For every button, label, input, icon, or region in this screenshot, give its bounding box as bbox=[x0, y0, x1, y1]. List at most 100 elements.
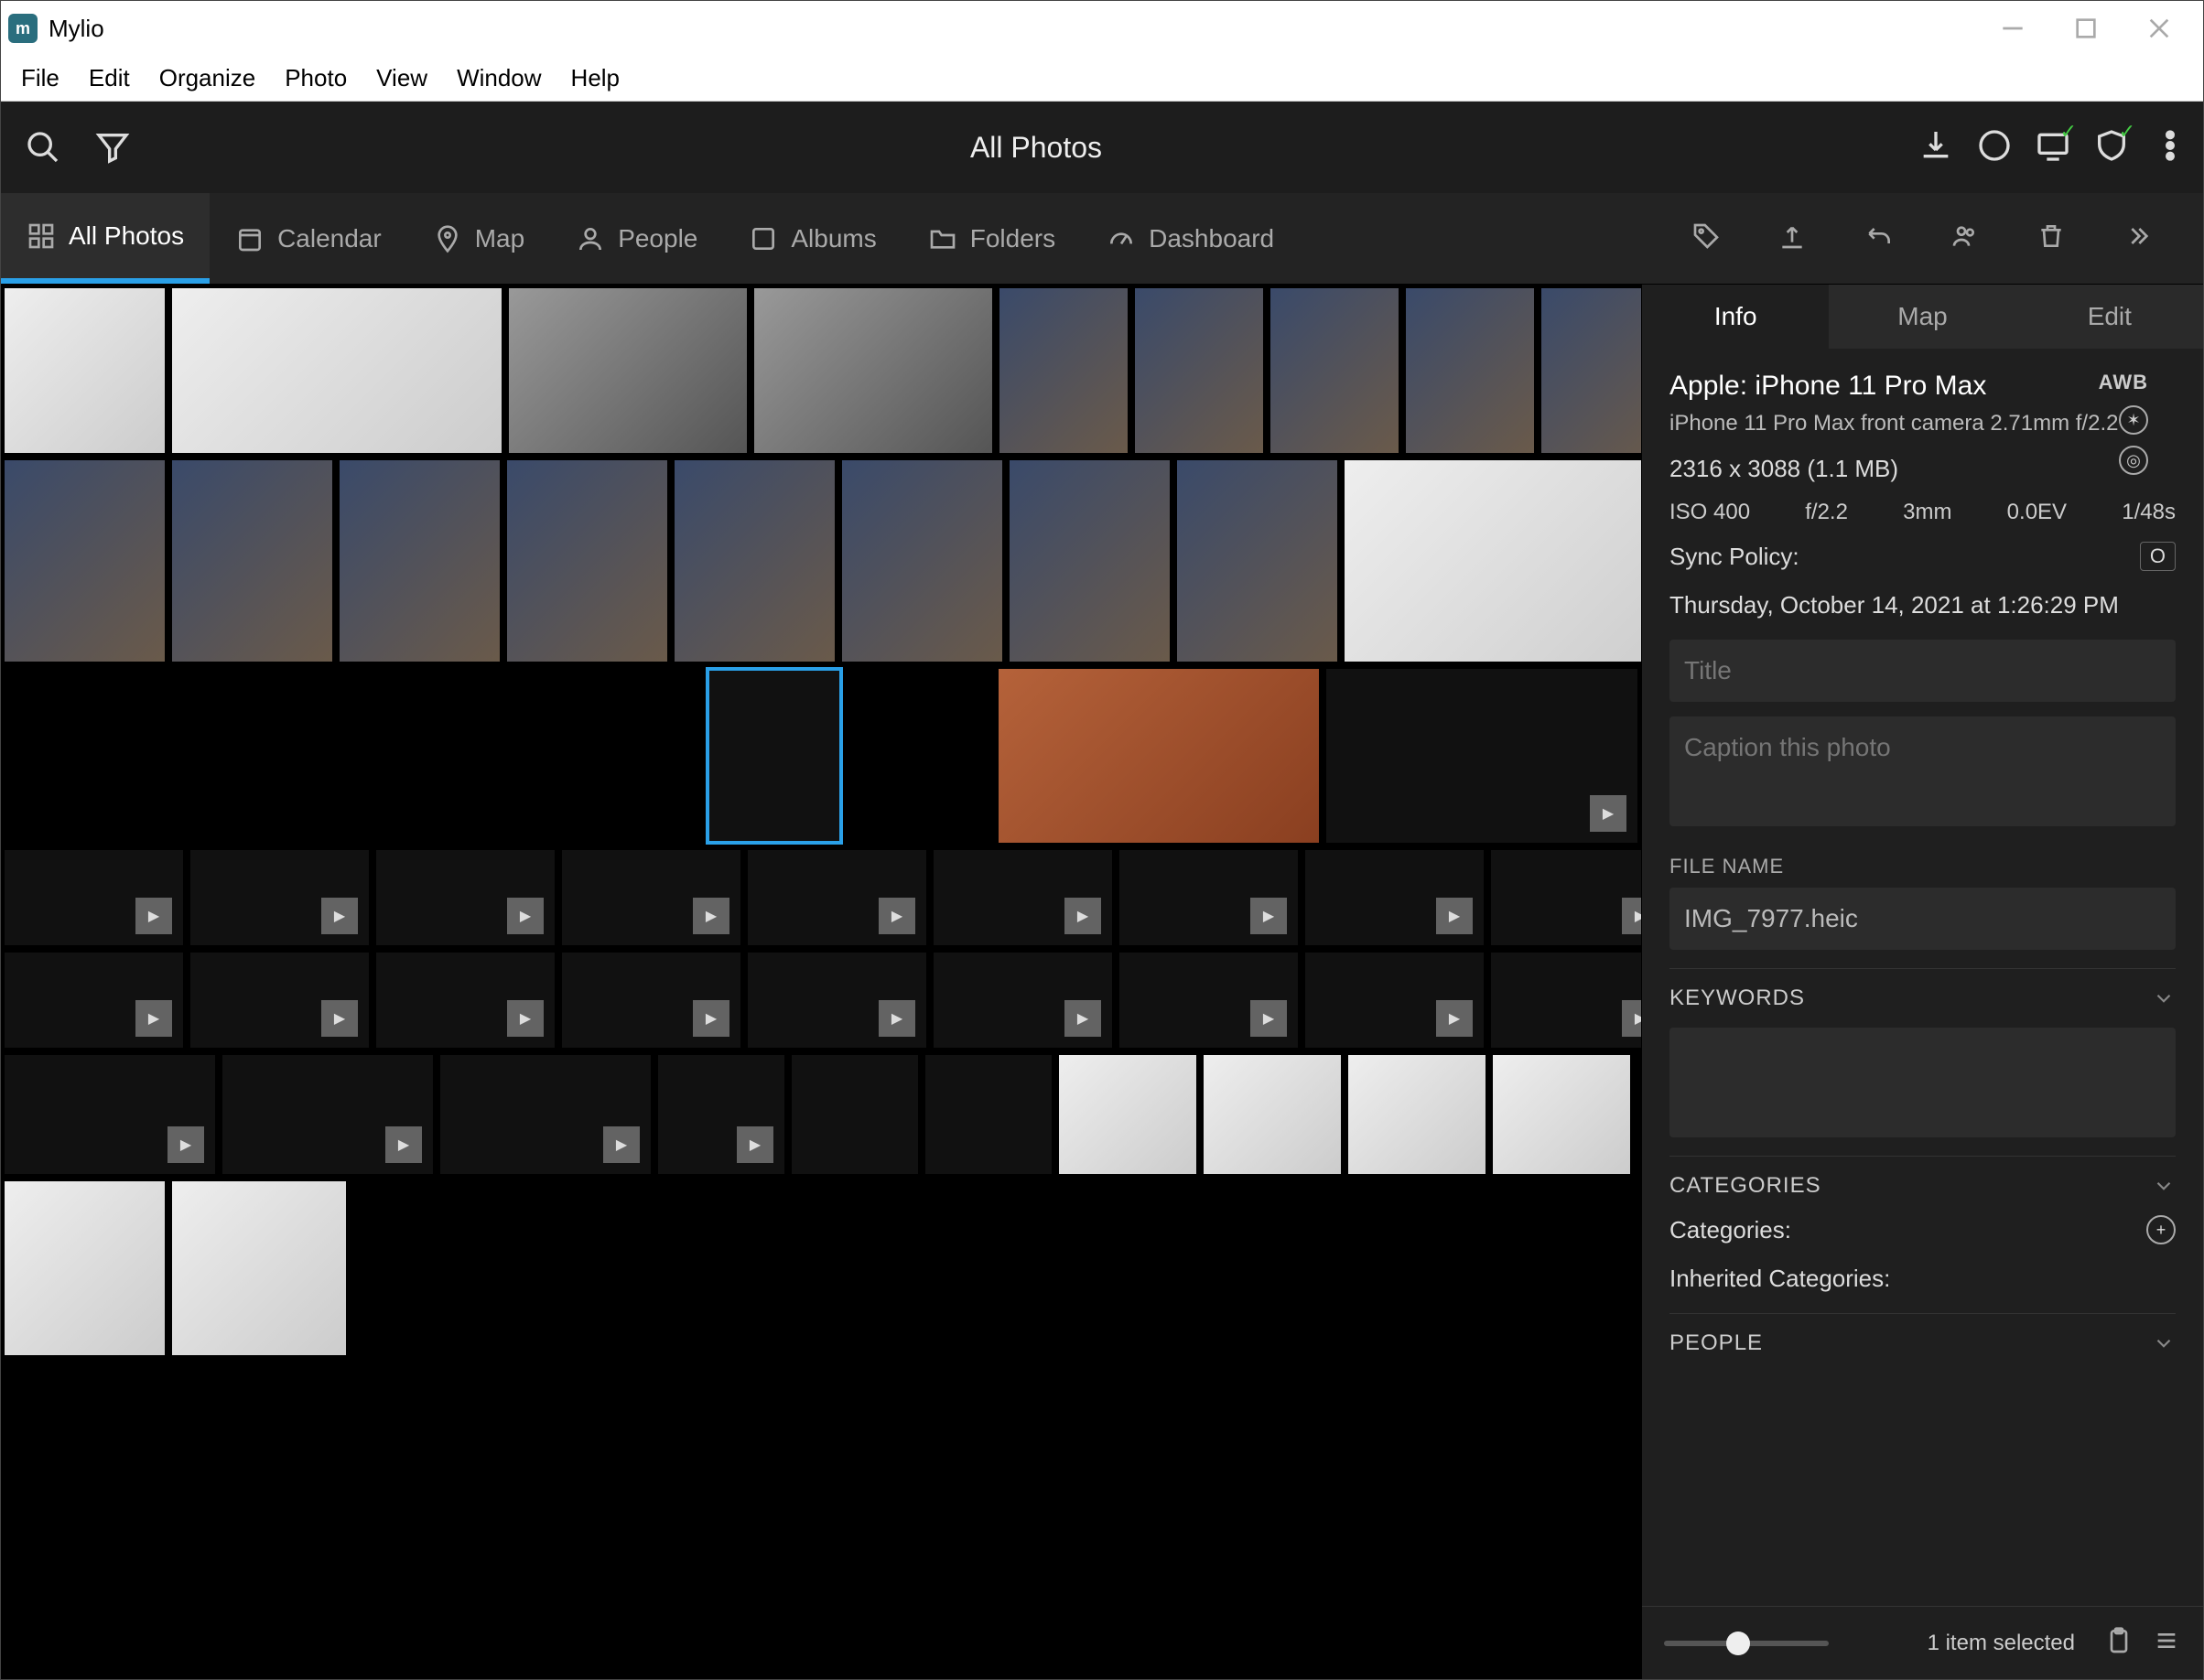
menu-photo[interactable]: Photo bbox=[270, 57, 362, 100]
thumbnail[interactable] bbox=[1177, 460, 1337, 662]
thumbnail[interactable] bbox=[507, 460, 667, 662]
thumbnail[interactable] bbox=[1010, 460, 1170, 662]
thumbnail[interactable] bbox=[172, 1181, 346, 1355]
thumbnail-video[interactable]: ▶ bbox=[190, 953, 369, 1048]
thumbnail-video[interactable]: ▶ bbox=[1119, 953, 1298, 1048]
nav-folders[interactable]: Folders bbox=[902, 193, 1081, 284]
nav-albums[interactable]: Albums bbox=[723, 193, 902, 284]
menu-edit[interactable]: Edit bbox=[74, 57, 145, 100]
thumbnail[interactable] bbox=[999, 669, 1319, 843]
target-icon[interactable]: ✶ bbox=[2119, 405, 2148, 435]
thumbnail-video[interactable]: ▶ bbox=[1119, 850, 1298, 945]
camera-icon[interactable]: ◎ bbox=[2119, 446, 2148, 475]
thumbnail-video[interactable]: ▶ bbox=[440, 1055, 651, 1174]
comment-button[interactable] bbox=[1976, 127, 2013, 168]
thumbnail[interactable] bbox=[1270, 288, 1399, 453]
filter-button[interactable] bbox=[85, 120, 140, 175]
thumbnail-video[interactable]: ▶ bbox=[934, 953, 1112, 1048]
thumbnail[interactable] bbox=[792, 1055, 918, 1174]
photo-grid[interactable]: ▶ ▶ ▶ ▶ ▶ ▶ ▶ ▶ ▶ ▶ ▶ ▶ ▶ ▶ bbox=[1, 285, 1641, 1679]
thumbnail-video[interactable]: ▶ bbox=[222, 1055, 433, 1174]
thumbnail-video[interactable]: ▶ bbox=[1491, 850, 1641, 945]
keywords-box[interactable] bbox=[1669, 1028, 2176, 1137]
thumbnail[interactable] bbox=[675, 460, 835, 662]
thumbnail[interactable] bbox=[1345, 460, 1641, 662]
thumbnail[interactable] bbox=[1406, 288, 1534, 453]
thumbnail-video[interactable]: ▶ bbox=[562, 953, 740, 1048]
keywords-section[interactable]: KEYWORDS bbox=[1669, 968, 2176, 1028]
thumbnail[interactable] bbox=[172, 460, 332, 662]
thumbnail[interactable] bbox=[1493, 1055, 1630, 1174]
nav-all-photos[interactable]: All Photos bbox=[1, 193, 210, 284]
thumbnail-video[interactable]: ▶ bbox=[934, 850, 1112, 945]
thumbnail-video[interactable]: ▶ bbox=[748, 953, 926, 1048]
thumbnail-video[interactable]: ▶ bbox=[1305, 850, 1484, 945]
menu-file[interactable]: File bbox=[6, 57, 74, 100]
details-tab-edit[interactable]: Edit bbox=[2016, 285, 2203, 349]
search-button[interactable] bbox=[16, 120, 70, 175]
menu-organize[interactable]: Organize bbox=[145, 57, 271, 100]
slider-knob[interactable] bbox=[1726, 1632, 1750, 1655]
thumbnail[interactable] bbox=[172, 288, 502, 453]
thumbnail[interactable] bbox=[1541, 288, 1641, 453]
menu-help[interactable]: Help bbox=[556, 57, 634, 100]
thumbnail[interactable] bbox=[999, 288, 1128, 453]
thumbnail-video[interactable]: ▶ bbox=[5, 850, 183, 945]
thumbnail-video[interactable]: ▶ bbox=[1491, 953, 1641, 1048]
more-button[interactable] bbox=[2152, 127, 2188, 168]
tag-button[interactable] bbox=[1691, 221, 1721, 255]
list-view-button[interactable] bbox=[2152, 1626, 2181, 1660]
thumbnail[interactable] bbox=[1059, 1055, 1196, 1174]
thumbnail-video[interactable]: ▶ bbox=[1326, 669, 1637, 843]
thumbnail-video[interactable]: ▶ bbox=[5, 953, 183, 1048]
nav-dashboard[interactable]: Dashboard bbox=[1081, 193, 1300, 284]
thumbnail[interactable] bbox=[509, 288, 747, 453]
devices-button[interactable]: ✓ bbox=[2035, 127, 2071, 168]
clipboard-button[interactable] bbox=[2104, 1626, 2134, 1660]
minimize-button[interactable] bbox=[1976, 3, 2049, 54]
thumbnail[interactable] bbox=[1348, 1055, 1486, 1174]
people-tag-button[interactable] bbox=[1950, 221, 1980, 255]
nav-calendar[interactable]: Calendar bbox=[210, 193, 407, 284]
title-input[interactable] bbox=[1669, 640, 2176, 702]
people-section[interactable]: PEOPLE bbox=[1669, 1313, 2176, 1373]
details-tab-info[interactable]: Info bbox=[1642, 285, 1829, 349]
thumbnail[interactable] bbox=[5, 1181, 165, 1355]
thumbnail[interactable]: ▶ bbox=[658, 1055, 784, 1174]
thumbnail[interactable] bbox=[754, 288, 992, 453]
details-tab-map[interactable]: Map bbox=[1829, 285, 2015, 349]
caption-input[interactable] bbox=[1669, 716, 2176, 826]
thumbnail-video[interactable]: ▶ bbox=[5, 1055, 215, 1174]
filename-input[interactable] bbox=[1669, 888, 2176, 950]
delete-button[interactable] bbox=[2037, 221, 2066, 255]
undo-button[interactable] bbox=[1864, 221, 1894, 255]
close-button[interactable] bbox=[2123, 3, 2196, 54]
import-button[interactable] bbox=[1918, 127, 1954, 168]
menu-view[interactable]: View bbox=[362, 57, 442, 100]
thumbnail[interactable] bbox=[1135, 288, 1263, 453]
thumbnail-video[interactable]: ▶ bbox=[376, 953, 555, 1048]
categories-section[interactable]: CATEGORIES bbox=[1669, 1156, 2176, 1215]
zoom-slider[interactable] bbox=[1664, 1641, 1829, 1646]
thumbnail-video[interactable]: ▶ bbox=[376, 850, 555, 945]
expand-button[interactable] bbox=[2123, 221, 2153, 255]
thumbnail[interactable] bbox=[5, 288, 165, 453]
export-button[interactable] bbox=[1777, 221, 1807, 255]
thumbnail[interactable] bbox=[842, 460, 1002, 662]
thumbnail-selected[interactable] bbox=[708, 669, 841, 843]
protect-button[interactable]: ✓ bbox=[2093, 127, 2130, 168]
menu-window[interactable]: Window bbox=[442, 57, 556, 100]
thumbnail[interactable] bbox=[340, 460, 500, 662]
thumbnail-video[interactable]: ▶ bbox=[562, 850, 740, 945]
thumbnail-video[interactable]: ▶ bbox=[748, 850, 926, 945]
nav-map[interactable]: Map bbox=[407, 193, 550, 284]
thumbnail[interactable] bbox=[925, 1055, 1052, 1174]
thumbnail[interactable] bbox=[1204, 1055, 1341, 1174]
nav-people[interactable]: People bbox=[550, 193, 723, 284]
sync-policy-badge[interactable]: O bbox=[2140, 542, 2176, 571]
thumbnail-video[interactable]: ▶ bbox=[1305, 953, 1484, 1048]
thumbnail[interactable] bbox=[5, 460, 165, 662]
add-category-button[interactable]: + bbox=[2146, 1215, 2176, 1244]
maximize-button[interactable] bbox=[2049, 3, 2123, 54]
thumbnail-video[interactable]: ▶ bbox=[190, 850, 369, 945]
